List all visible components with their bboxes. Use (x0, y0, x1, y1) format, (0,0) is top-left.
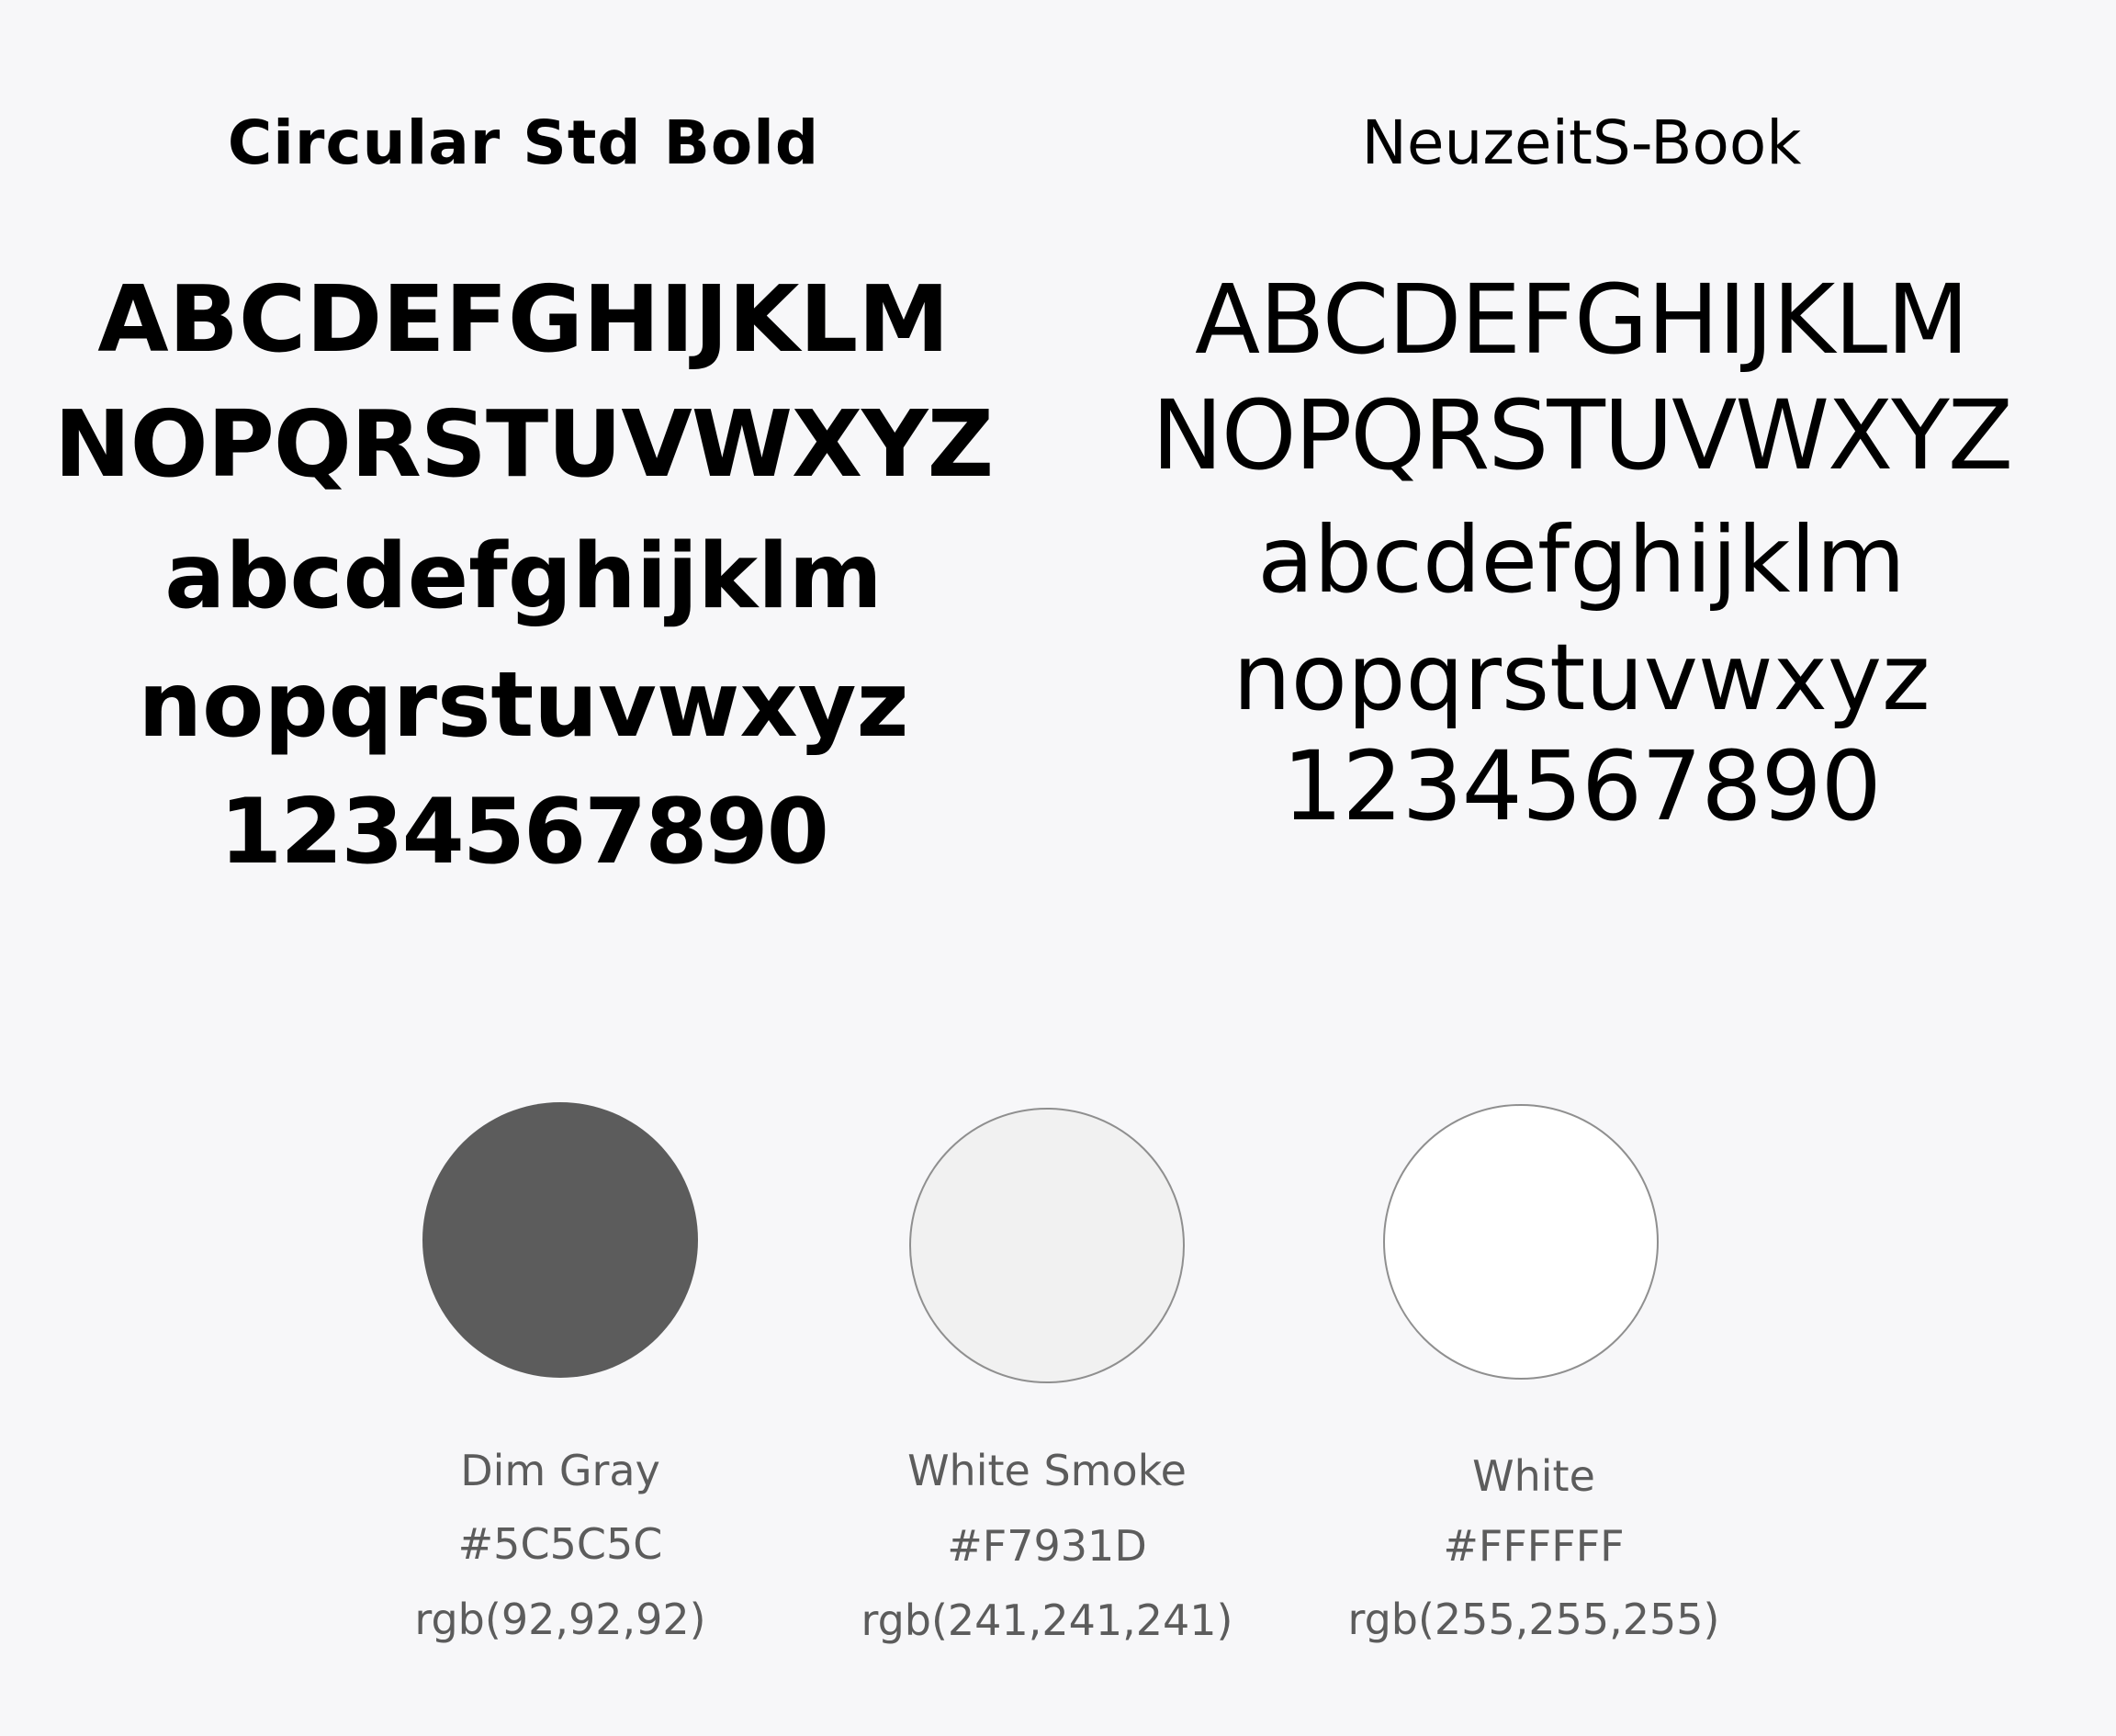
uppercase-n-z: NOPQRSTUVWXYZ (53, 390, 994, 498)
font-name-title: Circular Std Bold (227, 107, 820, 178)
color-name: Dim Gray (460, 1446, 660, 1495)
font-name-title: NeuzeitS-Book (1361, 107, 1802, 178)
uppercase-a-m: ABCDEFGHIJKLM (97, 265, 950, 373)
color-rgb: rgb(92,92,92) (414, 1595, 706, 1644)
swatch-circle (422, 1102, 698, 1378)
numerals: 1234567890 (219, 780, 829, 885)
lowercase-n-z: nopqrstuvwxyz (1232, 624, 1930, 731)
uppercase-a-m: ABCDEFGHIJKLM (1195, 264, 1969, 376)
lowercase-a-m: abcdefghijklm (164, 524, 883, 629)
numerals: 1234567890 (1282, 730, 1882, 842)
color-rgb: rgb(255,255,255) (1347, 1595, 1720, 1644)
color-hex: #5C5C5C (457, 1519, 663, 1569)
color-hex: #F7931D (947, 1521, 1147, 1571)
lowercase-a-m: abcdefghijklm (1257, 506, 1906, 614)
color-name: White (1472, 1451, 1595, 1501)
uppercase-n-z: NOPQRSTUVWXYZ (1151, 379, 2013, 491)
color-name: White Smoke (907, 1446, 1187, 1495)
color-hex: #FFFFFF (1443, 1521, 1625, 1571)
color-rgb: rgb(241,241,241) (861, 1595, 1233, 1645)
swatch-circle (1383, 1104, 1659, 1380)
swatch-circle (909, 1108, 1185, 1383)
lowercase-n-z: nopqrstuvwxyz (138, 653, 909, 758)
